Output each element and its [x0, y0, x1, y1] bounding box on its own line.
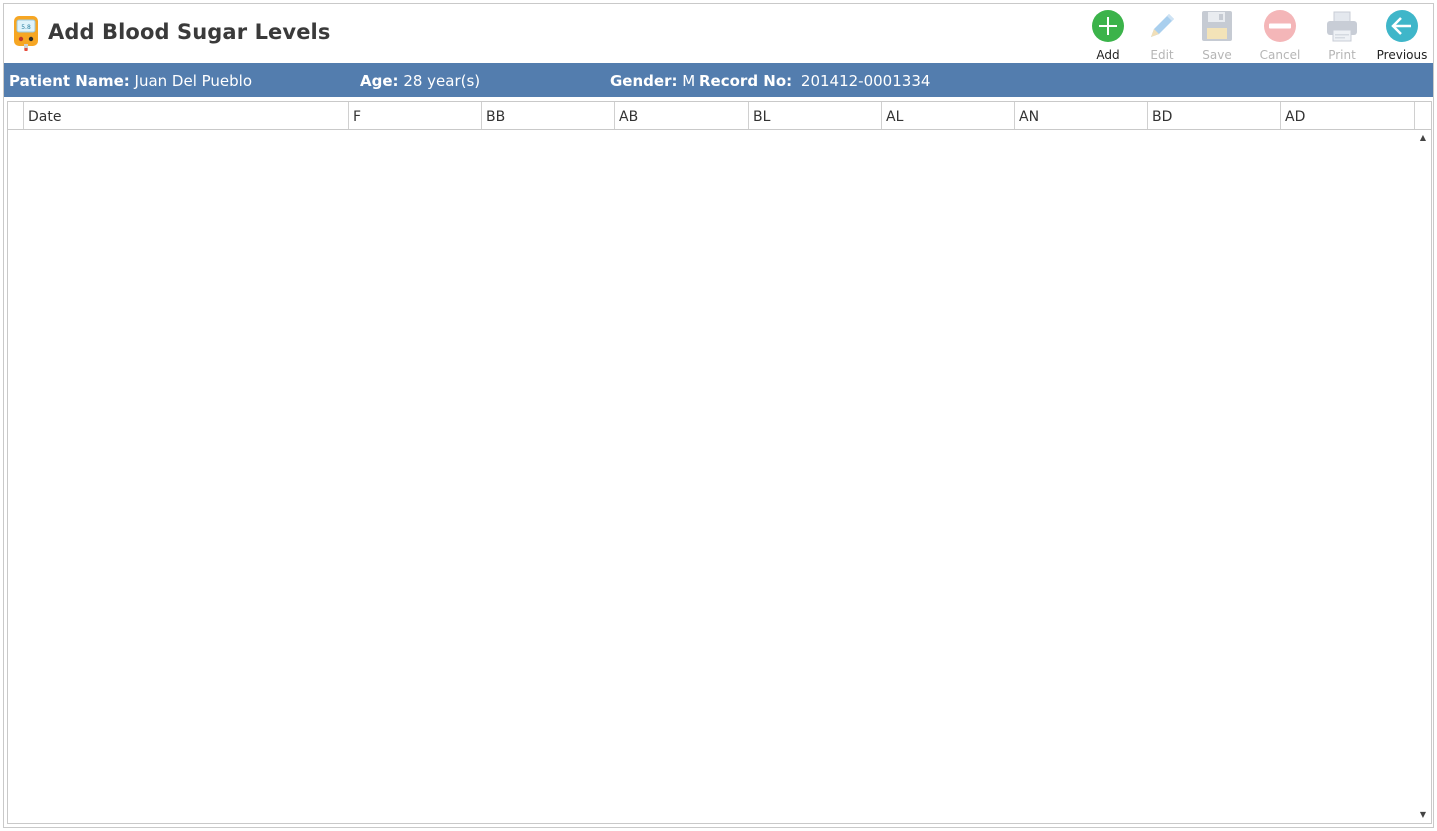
row-header-corner	[8, 102, 24, 129]
scroll-up-arrow-icon[interactable]: ▲	[1417, 132, 1429, 144]
column-header-al[interactable]: AL	[882, 102, 1015, 129]
window-title: Add Blood Sugar Levels	[48, 20, 331, 44]
print-label: Print	[1328, 48, 1356, 62]
add-button[interactable]: Add	[1079, 7, 1137, 63]
print-button[interactable]: Print	[1313, 7, 1371, 63]
cancel-button[interactable]: Cancel	[1251, 7, 1309, 63]
grid-header-row: Date F BB AB BL AL AN BD AD	[8, 102, 1431, 130]
header: 5.8 Add Blood Sugar Levels Add Edit Save…	[4, 4, 1433, 63]
patient-info-bar: Patient Name: Juan Del Pueblo Age: 28 ye…	[4, 63, 1433, 97]
svg-text:5.8: 5.8	[21, 24, 31, 31]
patient-age: Age: 28 year(s)	[360, 72, 480, 90]
floppy-disk-icon	[1202, 11, 1232, 41]
patient-age-label: Age:	[360, 72, 399, 90]
arrow-left-icon	[1386, 10, 1418, 42]
edit-button[interactable]: Edit	[1133, 7, 1191, 63]
vertical-scrollbar[interactable]: ▲ ▼	[1415, 130, 1431, 823]
record-number-value: 201412-0001334	[800, 72, 931, 90]
save-button[interactable]: Save	[1188, 7, 1246, 63]
cancel-icon	[1264, 10, 1296, 42]
glucometer-icon: 5.8	[14, 16, 38, 51]
patient-name: Patient Name: Juan Del Pueblo	[9, 72, 252, 90]
record-number-label: Record No:	[699, 72, 793, 90]
column-header-an[interactable]: AN	[1015, 102, 1148, 129]
patient-name-value: Juan Del Pueblo	[134, 72, 253, 90]
patient-age-value: 28 year(s)	[403, 72, 481, 90]
pencil-icon	[1151, 14, 1174, 37]
column-header-bl[interactable]: BL	[749, 102, 882, 129]
patient-gender-value: M	[682, 72, 696, 90]
column-header-bd[interactable]: BD	[1148, 102, 1281, 129]
record-number: Record No: 201412-0001334	[699, 72, 930, 90]
toolbar: Add Edit Save Cancel Print Previous	[1073, 7, 1433, 63]
blood-sugar-grid[interactable]: Date F BB AB BL AL AN BD AD ▲ ▼	[7, 101, 1432, 824]
patient-gender: Gender: M	[610, 72, 695, 90]
patient-gender-label: Gender:	[610, 72, 678, 90]
column-header-f[interactable]: F	[349, 102, 482, 129]
printer-icon	[1327, 11, 1357, 42]
column-header-ad[interactable]: AD	[1281, 102, 1415, 129]
add-icon	[1092, 10, 1124, 42]
previous-button[interactable]: Previous	[1373, 7, 1431, 63]
patient-name-label: Patient Name:	[9, 72, 130, 90]
scroll-down-arrow-icon[interactable]: ▼	[1417, 809, 1429, 821]
column-header-date[interactable]: Date	[24, 102, 349, 129]
column-header-ab[interactable]: AB	[615, 102, 749, 129]
column-header-bb[interactable]: BB	[482, 102, 615, 129]
cancel-label: Cancel	[1259, 48, 1301, 62]
app-window: 5.8 Add Blood Sugar Levels Add Edit Save…	[3, 3, 1434, 828]
save-label: Save	[1202, 48, 1232, 62]
previous-label: Previous	[1376, 48, 1428, 62]
edit-label: Edit	[1150, 48, 1174, 62]
add-label: Add	[1096, 48, 1120, 62]
